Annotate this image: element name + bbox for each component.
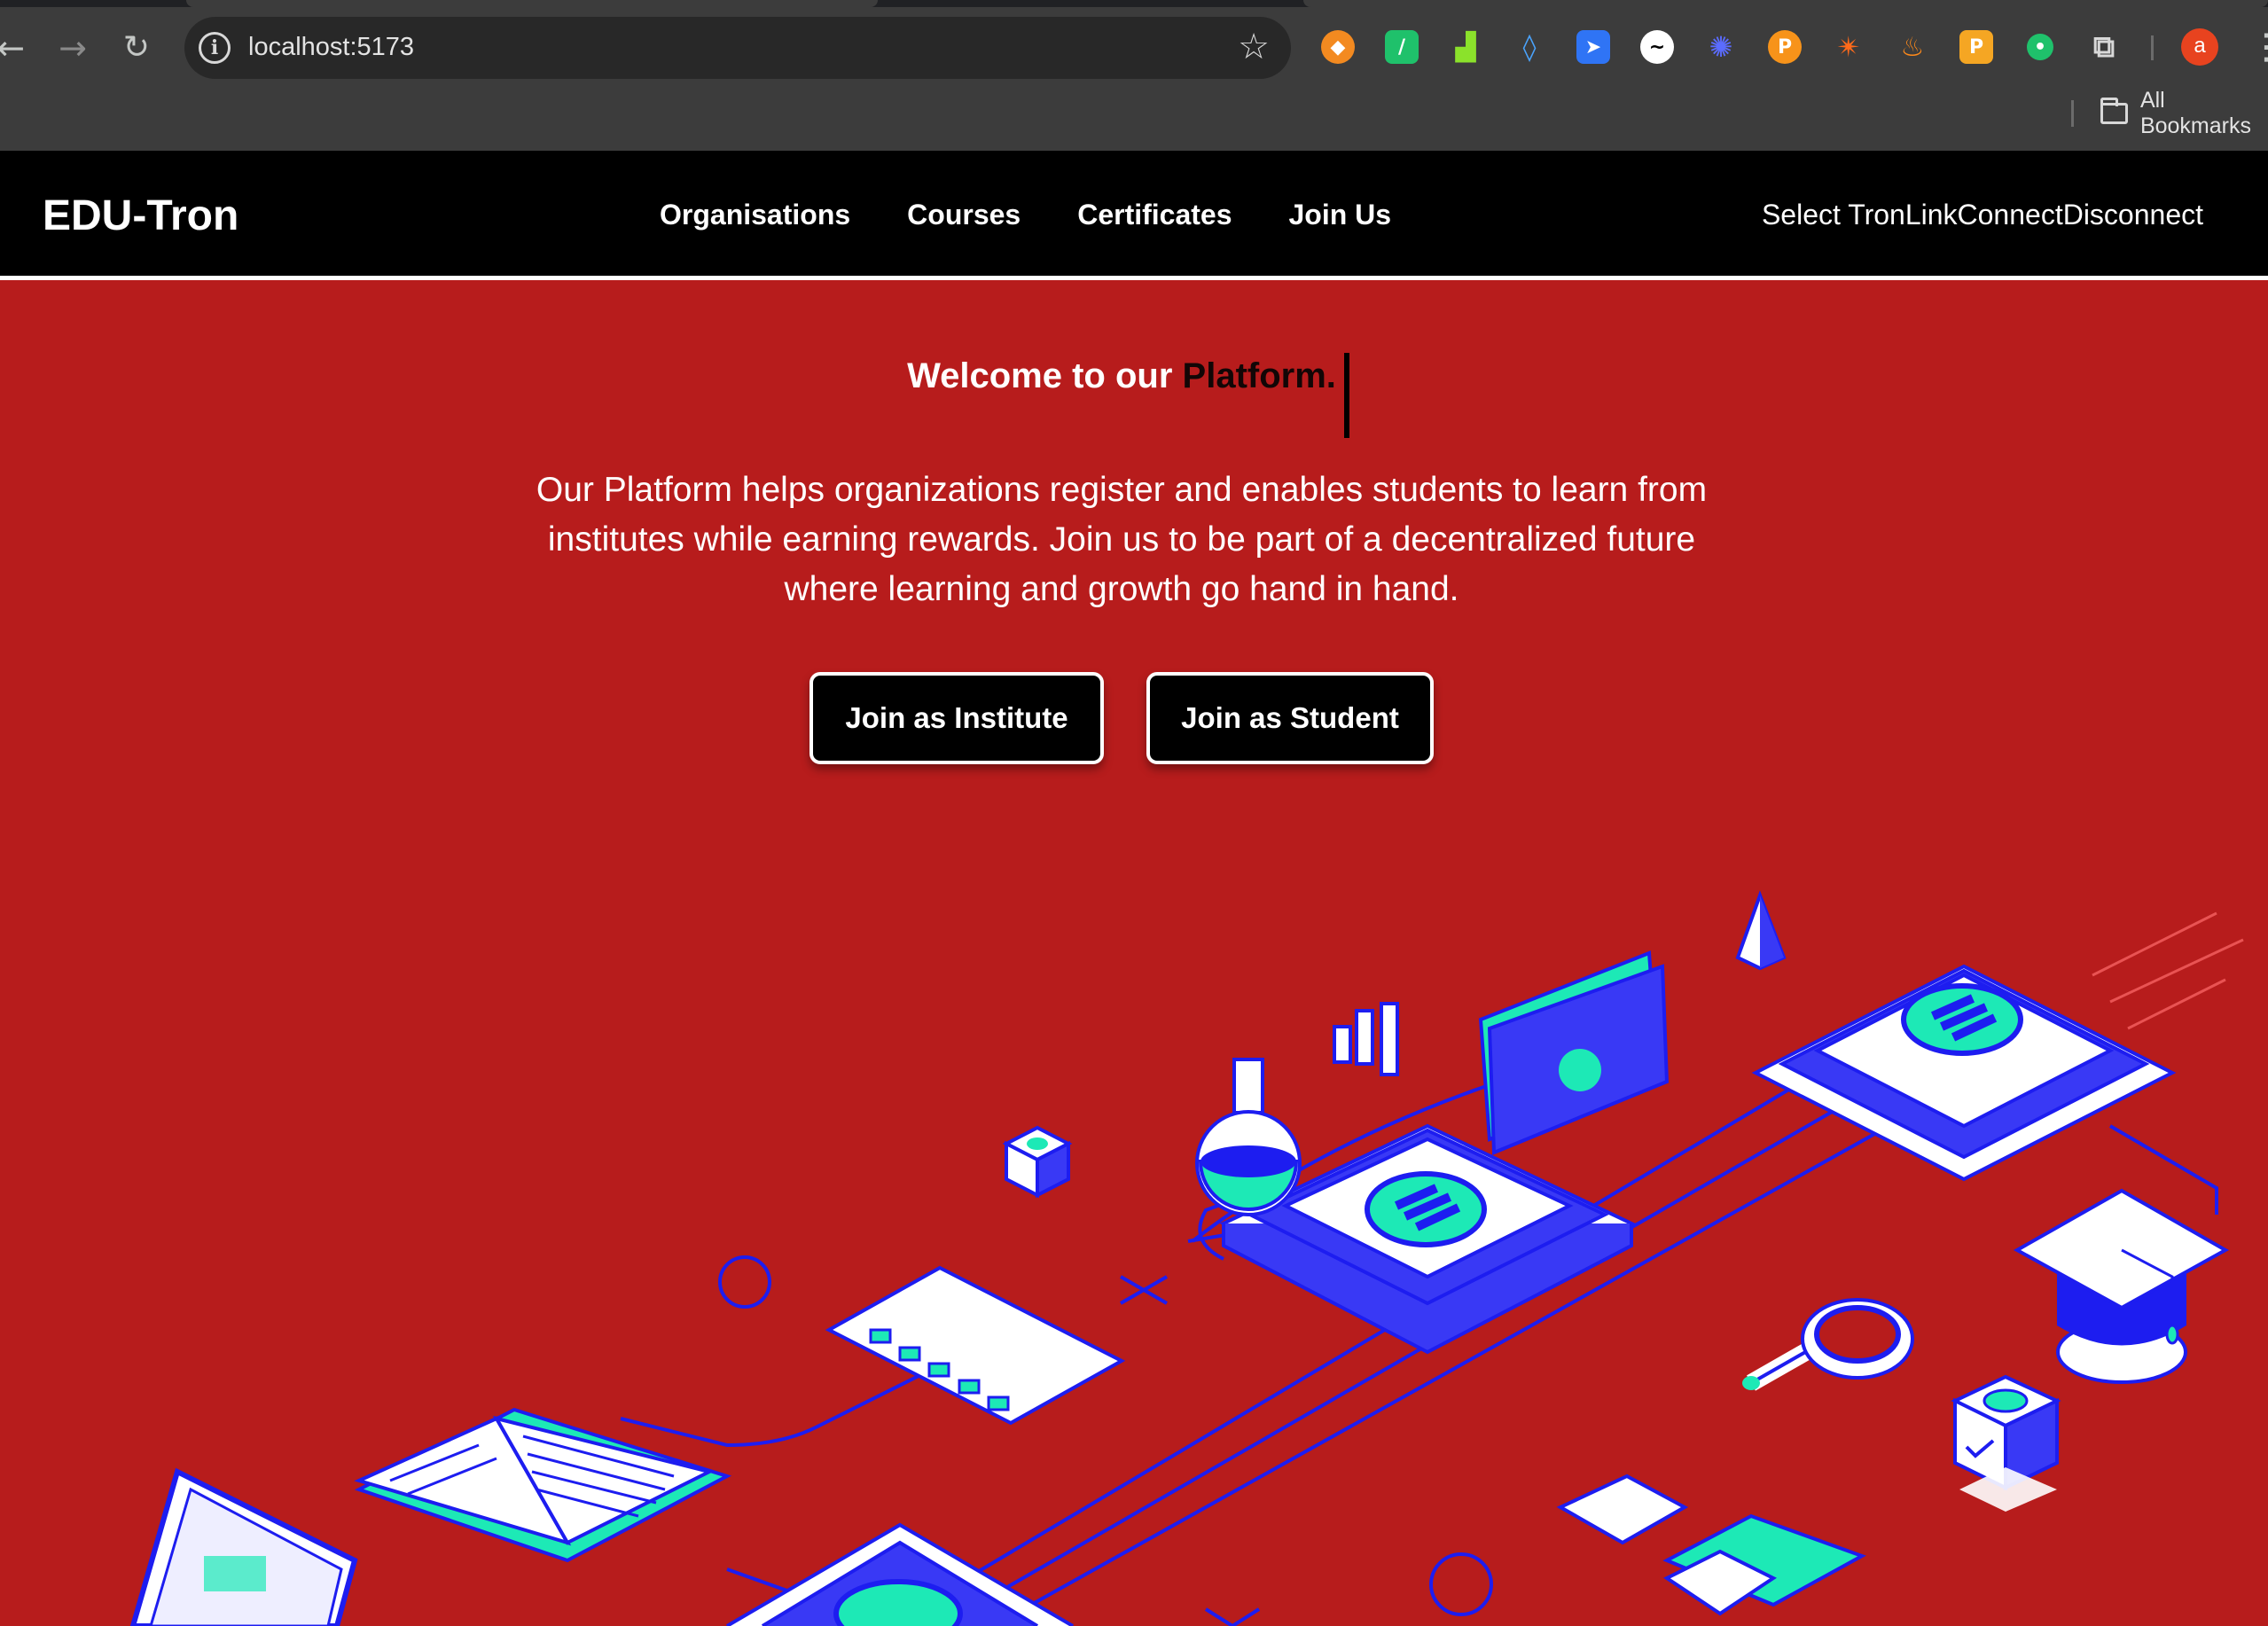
site-header: EDU-Tron Organisations Courses Certifica…	[0, 151, 2268, 280]
hero-title-prefix: Welcome to our	[907, 356, 1183, 395]
all-bookmarks-label[interactable]: All Bookmarks	[2140, 88, 2268, 139]
bookmarks-separator	[2071, 100, 2074, 127]
bottom-chip	[725, 1522, 1075, 1626]
bar-chart-graphic	[1333, 1002, 1399, 1076]
select-wallet-button[interactable]: Select TronLink	[1762, 199, 1958, 231]
nav-courses[interactable]: Courses	[907, 199, 1021, 231]
green-box-extension-icon[interactable]: /	[1385, 30, 1419, 64]
pyramid-graphic	[1735, 890, 1787, 971]
ring-decoration	[718, 1255, 771, 1309]
nav-certificates[interactable]: Certificates	[1077, 199, 1232, 231]
folder-icon	[2100, 98, 2128, 124]
profile-avatar[interactable]: a	[2181, 28, 2218, 66]
reload-icon[interactable]: ↻	[113, 25, 160, 71]
extensions-puzzle-icon[interactable]: ⧉	[2087, 29, 2121, 65]
square-p-extension-icon[interactable]: P	[1959, 30, 1993, 64]
flask-graphic	[1195, 1058, 1302, 1216]
active-tab-edge[interactable]	[186, 0, 878, 7]
url-text[interactable]: localhost:5173	[248, 33, 414, 62]
browser-menu-icon[interactable]: ⋮	[2248, 23, 2268, 71]
connect-wallet-button[interactable]: Connect	[1958, 199, 2063, 231]
join-institute-button[interactable]: Join as Institute	[809, 672, 1104, 764]
wave-extension-icon[interactable]: ~	[1640, 30, 1674, 64]
join-student-button[interactable]: Join as Student	[1146, 672, 1434, 764]
flame-extension-icon[interactable]: ♨	[1896, 30, 1929, 64]
disconnect-wallet-button[interactable]: Disconnect	[2063, 199, 2203, 231]
wallet-controls: Select TronLink Connect Disconnect	[1762, 199, 2203, 231]
graduation-cap-graphic	[2013, 1188, 2230, 1384]
magnifier-graphic	[1742, 1298, 1914, 1391]
drop-extension-icon[interactable]: ◊	[1513, 30, 1546, 64]
brand-logo[interactable]: EDU-Tron	[43, 192, 239, 240]
motion-streak	[2092, 911, 2217, 977]
bookmark-star-icon[interactable]: ☆	[1238, 26, 1270, 68]
puzzle-graphic	[1556, 1474, 1866, 1616]
ballot-box-graphic	[1951, 1374, 2061, 1512]
tab-edge[interactable]	[1303, 0, 2268, 7]
top-right-chip	[1751, 964, 2177, 1182]
typing-caret	[1344, 353, 1349, 438]
main-nav: Organisations Courses Certificates Join …	[660, 199, 1391, 231]
back-arrow-icon[interactable]: ←	[0, 25, 34, 71]
cube-graphic	[1002, 1125, 1073, 1199]
bookmarks-bar: All Bookmarks	[2071, 88, 2268, 138]
laptop-graphic	[129, 1467, 358, 1626]
burst-extension-icon[interactable]: ✺	[1704, 30, 1738, 64]
hero-title-accent: Platform.	[1182, 356, 1336, 395]
folder-graphic	[1478, 950, 1670, 1155]
chart-extension-icon[interactable]: ▟	[1449, 30, 1482, 64]
hero-description: Our Platform helps organizations registe…	[536, 471, 1708, 608]
nav-organisations[interactable]: Organisations	[660, 199, 850, 231]
arrow-extension-icon[interactable]: ➤	[1576, 30, 1610, 64]
site-info-icon[interactable]: i	[199, 32, 231, 64]
education-illustration	[129, 890, 2244, 1626]
spark-extension-icon[interactable]: ✴	[1832, 30, 1865, 64]
toolbar-separator	[2151, 35, 2154, 60]
nav-join-us[interactable]: Join Us	[1289, 199, 1392, 231]
cross-decoration	[1120, 1275, 1168, 1305]
address-bar[interactable]: i localhost:5173 ☆	[184, 17, 1291, 79]
p-extension-icon[interactable]: P	[1768, 30, 1802, 64]
forward-arrow-icon[interactable]: →	[50, 25, 96, 71]
fox-extension-icon[interactable]: ◆	[1321, 30, 1355, 64]
hero-title: Welcome to our Platform.	[0, 356, 2243, 396]
dot-extension-icon[interactable]: •	[2027, 34, 2053, 60]
tab-strip	[0, 0, 2268, 7]
chevron-decoration	[1204, 1607, 1261, 1626]
ring-decoration	[1429, 1552, 1493, 1616]
motion-streak	[2109, 938, 2244, 1004]
browser-chrome: ← → ↻ i localhost:5173 ☆ ◆ / ▟ ◊ ➤ ~ ✺ P…	[0, 0, 2268, 151]
